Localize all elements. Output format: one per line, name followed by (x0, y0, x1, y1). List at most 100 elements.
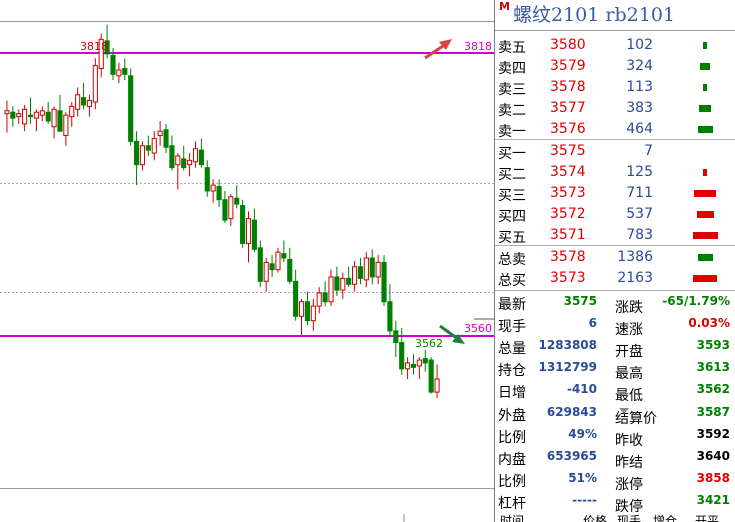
candle[interactable] (145, 145, 151, 151)
candle[interactable] (316, 292, 322, 307)
candle[interactable] (340, 277, 346, 291)
candle[interactable] (216, 186, 222, 201)
dropdown-icon[interactable] (619, 407, 629, 414)
candle[interactable] (257, 247, 263, 282)
candle[interactable] (387, 301, 393, 332)
candle[interactable] (63, 114, 69, 137)
candle[interactable] (363, 257, 369, 281)
candle[interactable] (122, 68, 128, 75)
order-row[interactable]: 卖三 3578 113 (495, 77, 735, 98)
candle[interactable] (92, 65, 98, 103)
candle[interactable] (263, 261, 269, 282)
order-price: 3571 (550, 227, 586, 243)
candle[interactable] (187, 159, 193, 166)
candle[interactable] (204, 167, 210, 192)
candle[interactable] (287, 258, 293, 282)
candle[interactable] (281, 253, 287, 259)
candle[interactable] (86, 100, 92, 107)
candle[interactable] (110, 54, 116, 75)
order-row[interactable]: 买四 3572 537 (495, 204, 735, 225)
candle[interactable] (192, 148, 199, 163)
order-row[interactable]: 买一 3575 7 (495, 141, 735, 162)
candle[interactable] (51, 108, 57, 128)
candle[interactable] (228, 196, 234, 220)
candle[interactable] (293, 280, 299, 317)
candle[interactable] (357, 266, 364, 279)
order-row[interactable]: 总买 3573 2163 (495, 268, 735, 289)
trades-header: 时间 价格 现手 增仓 开平 (495, 514, 735, 522)
candle[interactable] (369, 257, 375, 278)
candlestick-chart[interactable]: 3818 3562 3818 3560 (0, 0, 494, 522)
candle[interactable] (169, 145, 175, 169)
candle[interactable] (27, 114, 34, 118)
candle[interactable] (328, 276, 334, 303)
candle[interactable] (428, 359, 434, 393)
candle[interactable] (222, 199, 228, 221)
candle[interactable] (416, 359, 422, 367)
order-price: 3575 (550, 143, 586, 159)
column-header[interactable]: 开平 (695, 514, 719, 522)
candle[interactable] (375, 261, 381, 278)
candle[interactable] (80, 97, 87, 106)
stat-row: 日增 -410 最低 3562 (495, 379, 735, 404)
candle[interactable] (175, 155, 181, 166)
candle[interactable] (198, 149, 204, 166)
candle[interactable] (128, 75, 134, 142)
order-row[interactable]: 总卖 3578 1386 (495, 247, 735, 268)
column-header[interactable]: 增仓 (653, 514, 677, 522)
candle[interactable] (275, 251, 281, 271)
candle[interactable] (234, 197, 240, 205)
candle[interactable] (157, 130, 163, 137)
column-header[interactable]: 现手 (617, 514, 641, 522)
column-header[interactable]: 价格 (583, 514, 607, 522)
candle[interactable] (399, 342, 405, 370)
candle[interactable] (346, 277, 352, 285)
order-label: 总买 (498, 273, 526, 289)
candle[interactable] (322, 292, 328, 303)
order-row[interactable]: 买三 3573 711 (495, 183, 735, 204)
candle[interactable] (57, 110, 63, 132)
candle[interactable] (269, 263, 275, 271)
candle[interactable] (22, 108, 28, 125)
candle[interactable] (410, 363, 417, 368)
candle[interactable] (422, 358, 428, 364)
candle[interactable] (352, 266, 358, 285)
candle[interactable] (210, 184, 216, 192)
column-header[interactable]: 时间 (500, 514, 524, 522)
candle[interactable] (45, 111, 51, 122)
candle[interactable] (75, 94, 81, 110)
order-volume: 102 (626, 37, 653, 53)
candle[interactable] (240, 205, 246, 244)
candle[interactable] (151, 137, 157, 154)
candle[interactable] (16, 113, 22, 118)
candle[interactable] (251, 219, 257, 250)
candle[interactable] (181, 158, 187, 169)
candle[interactable] (4, 110, 10, 115)
stat-row: 总量 1283808 开盘 3593 (495, 335, 735, 360)
candle[interactable] (69, 105, 75, 118)
candle[interactable] (334, 276, 340, 291)
order-row[interactable]: 买二 3574 125 (495, 162, 735, 183)
candle[interactable] (116, 69, 122, 77)
stat-row: 现手 6 速涨 0.03% (495, 313, 735, 338)
order-row[interactable]: 卖四 3579 324 (495, 56, 735, 77)
instrument-title[interactable]: M 螺纹2101 rb2101 (495, 0, 735, 31)
candle[interactable] (134, 140, 140, 166)
candle[interactable] (39, 110, 45, 116)
candle[interactable] (298, 301, 305, 317)
candle[interactable] (405, 362, 411, 370)
candle[interactable] (33, 111, 39, 119)
candle[interactable] (139, 145, 146, 166)
order-row[interactable]: 卖二 3577 383 (495, 98, 735, 119)
order-row[interactable]: 卖一 3576 464 (495, 119, 735, 140)
candle[interactable] (163, 129, 169, 148)
order-row[interactable]: 买五 3571 783 (495, 225, 735, 246)
candle[interactable] (393, 330, 399, 344)
candle[interactable] (381, 261, 387, 303)
order-row[interactable]: 卖五 3580 102 (495, 35, 735, 56)
candle[interactable] (10, 111, 16, 119)
candle[interactable] (245, 218, 252, 244)
candle[interactable] (310, 305, 316, 322)
candle[interactable] (434, 378, 440, 393)
candle[interactable] (304, 301, 310, 322)
